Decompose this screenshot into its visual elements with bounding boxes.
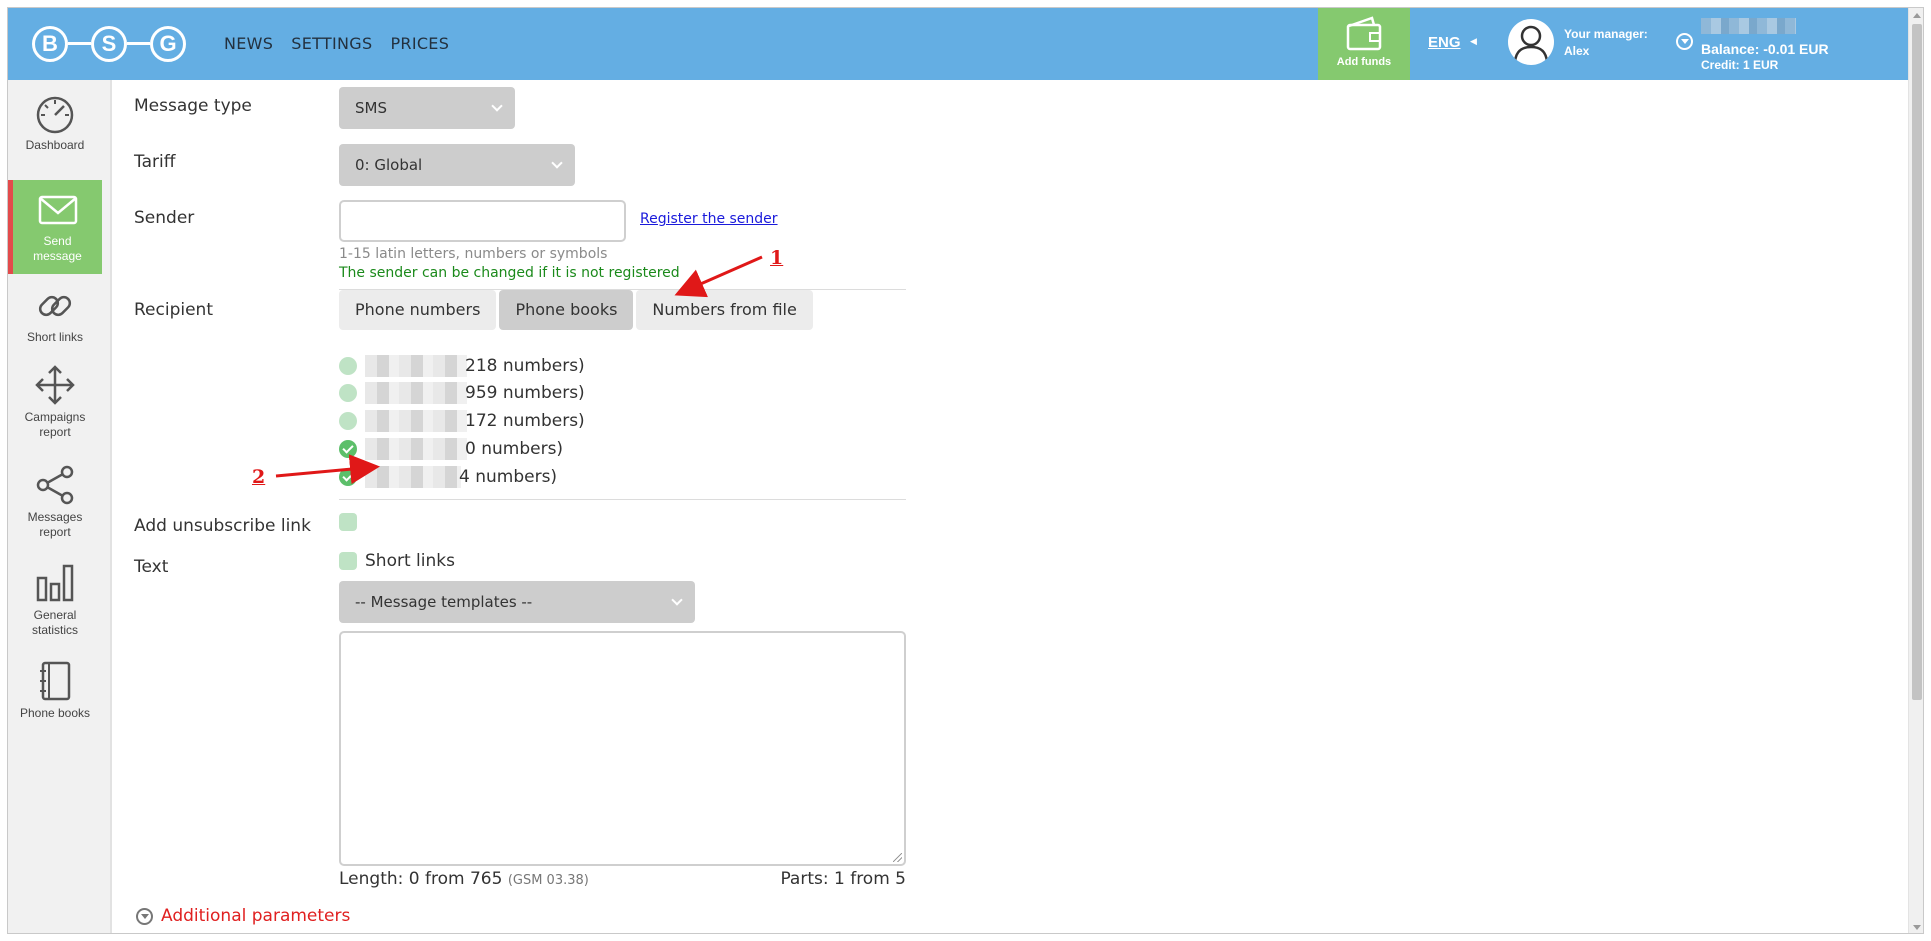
annotation-arrow-2 [275, 454, 380, 485]
browser-frame: B S G NEWS SETTINGS PRICES Add funds ENG… [7, 7, 1924, 934]
annotation-marker-1: 1 [770, 247, 784, 269]
scroll-up-icon[interactable] [1913, 13, 1921, 18]
scrollbar-thumb[interactable] [1912, 24, 1922, 700]
annotation-marker-2: 2 [252, 466, 266, 488]
annotation-arrow-1 [674, 255, 763, 298]
vertical-scrollbar[interactable] [1908, 8, 1923, 933]
scroll-down-icon[interactable] [1913, 925, 1921, 930]
annotation-overlay [275, 255, 763, 485]
